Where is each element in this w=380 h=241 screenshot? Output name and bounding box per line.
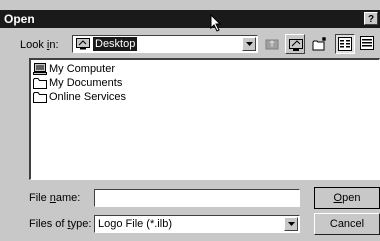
file-name-input[interactable] xyxy=(94,189,300,207)
new-folder-button[interactable] xyxy=(310,34,330,54)
new-folder-icon xyxy=(312,37,326,51)
file-type-dropdown-button[interactable] xyxy=(284,217,298,231)
look-in-value: Desktop xyxy=(93,37,138,51)
file-name-label: File name: xyxy=(29,192,81,204)
list-item-label: Online Services xyxy=(49,91,127,103)
mouse-cursor-icon xyxy=(210,14,222,32)
up-folder-icon xyxy=(265,39,279,50)
look-in-label: Look in: xyxy=(20,39,59,51)
help-button[interactable]: ? xyxy=(364,12,378,25)
file-list[interactable]: My Computer My Documents Online Services xyxy=(29,58,380,180)
details-view-button[interactable] xyxy=(358,34,380,54)
cancel-button[interactable]: Cancel xyxy=(314,213,380,235)
folder-icon xyxy=(33,78,47,89)
open-dialog: Open ? Look in: Desktop My Computer My D… xyxy=(0,0,380,241)
details-view-icon xyxy=(360,36,374,50)
file-type-dropdown[interactable]: Logo File (*.ilb) xyxy=(94,215,300,233)
look-in-dropdown-button[interactable] xyxy=(242,37,256,51)
computer-icon xyxy=(33,63,47,75)
desktop-button[interactable] xyxy=(285,34,305,54)
file-type-value: Logo File (*.ilb) xyxy=(98,218,172,230)
list-item-label: My Documents xyxy=(49,77,123,89)
dialog-title: Open xyxy=(4,12,35,26)
desktop-icon xyxy=(76,38,90,50)
title-bar[interactable]: Open ? xyxy=(0,10,380,28)
list-view-icon xyxy=(338,37,352,51)
chevron-down-icon xyxy=(288,222,295,226)
open-button[interactable]: Open xyxy=(314,187,380,209)
list-item-label: My Computer xyxy=(49,63,116,75)
look-in-dropdown[interactable]: Desktop xyxy=(72,35,258,53)
up-one-level-button[interactable] xyxy=(262,34,282,54)
folder-icon xyxy=(33,92,47,103)
desktop-icon xyxy=(289,39,303,51)
list-view-button[interactable] xyxy=(335,34,355,54)
chevron-down-icon xyxy=(246,42,253,46)
file-type-label: Files of type: xyxy=(29,218,92,230)
